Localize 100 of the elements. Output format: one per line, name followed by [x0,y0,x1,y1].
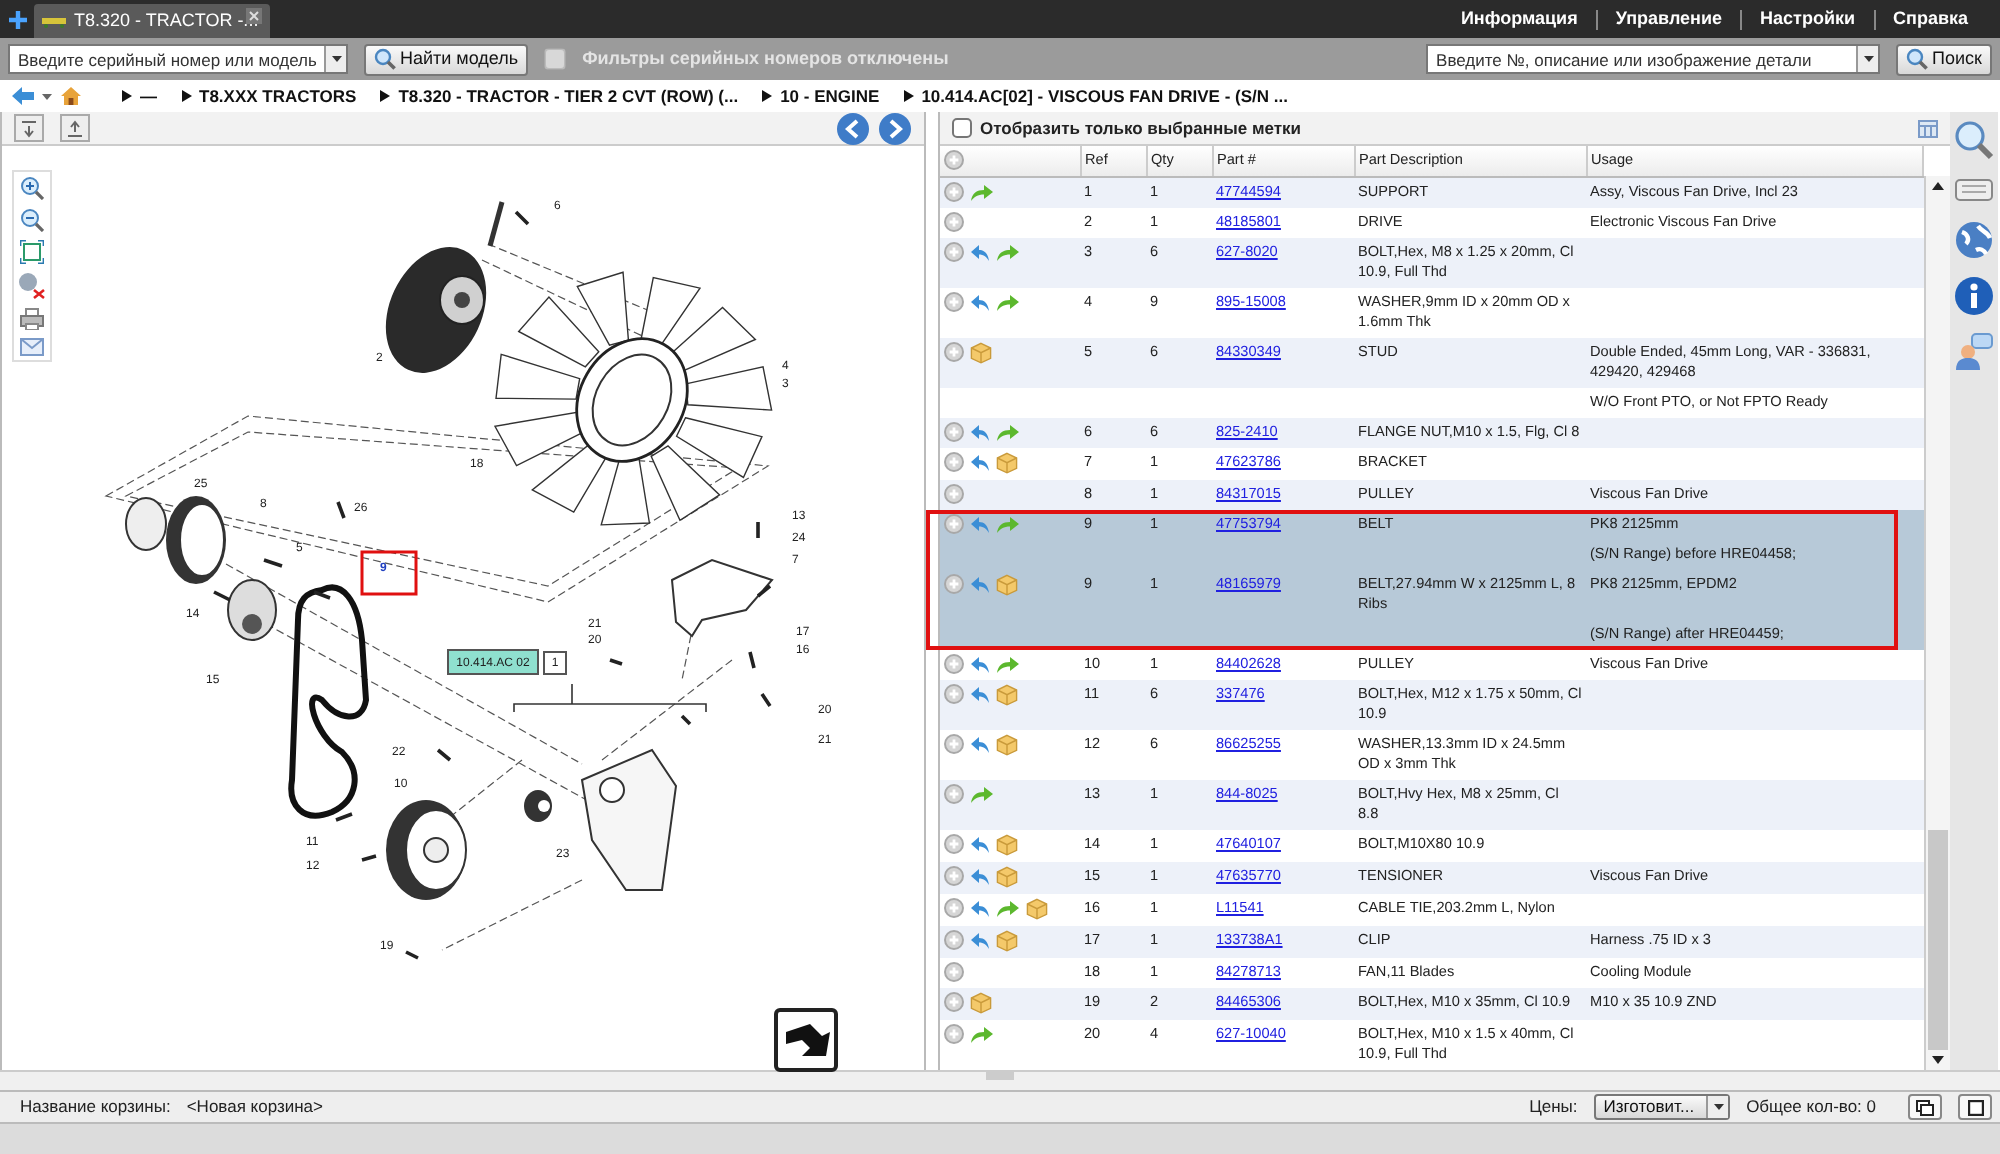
caret-icon[interactable] [1863,56,1874,62]
add-icon[interactable] [944,784,964,804]
add-icon[interactable] [944,342,964,362]
caret-icon[interactable] [331,56,341,62]
column-settings-icon[interactable] [1918,119,1938,137]
search-icon[interactable] [1954,120,1994,160]
forward-arrow-icon[interactable] [996,654,1020,674]
home-icon[interactable] [60,86,82,106]
package-icon[interactable] [970,342,992,364]
prices-dropdown[interactable]: Изготовит... [1593,1094,1731,1120]
add-icon[interactable] [944,734,964,754]
add-icon[interactable] [944,992,964,1012]
forward-arrow-icon[interactable] [996,292,1020,312]
forward-arrow-icon[interactable] [996,242,1020,262]
zoom-out-icon[interactable] [20,208,44,232]
package-icon[interactable] [996,866,1018,888]
add-icon[interactable] [944,684,964,704]
plus-icon [7,9,27,29]
globe-icon[interactable] [1954,219,1994,259]
filter-label: Отобразить только выбранные метки [980,115,1301,141]
selected-marks-checkbox[interactable] [952,118,972,138]
add-icon[interactable] [944,654,964,674]
reply-arrow-icon[interactable] [970,292,990,312]
download-arrow-icon [20,119,38,137]
fit-to-screen-icon[interactable] [20,240,44,264]
add-icon[interactable] [944,834,964,854]
package-icon[interactable] [996,452,1018,474]
add-all-icon[interactable] [944,149,964,170]
add-icon[interactable] [944,292,964,312]
breadcrumb-link[interactable]: — [140,83,157,109]
corner-arrow-button[interactable] [774,1008,838,1072]
forward-arrow-icon[interactable] [996,422,1020,442]
separator-icon [762,90,773,102]
forward-arrow-icon[interactable] [970,1024,994,1044]
search-button[interactable]: Поиск [1896,43,1992,75]
separator-icon [903,90,914,102]
scrollbar[interactable] [1924,176,1950,1070]
add-icon[interactable] [944,182,964,202]
add-icon[interactable] [944,898,964,918]
menu-link[interactable]: Управление [1615,5,1723,33]
splitter-handle[interactable] [986,1072,1014,1080]
add-icon[interactable] [944,242,964,262]
add-icon[interactable] [944,452,964,472]
menu-link[interactable]: Информация [1460,5,1578,33]
back-arrow-icon[interactable] [12,86,34,106]
add-icon[interactable] [944,962,964,982]
package-icon[interactable] [970,992,992,1014]
part-search-field[interactable]: Введите №, описание или изображение детали [1426,44,1881,74]
previous-button[interactable] [836,111,870,145]
forward-arrow-icon[interactable] [996,514,1020,534]
forward-arrow-icon[interactable] [970,182,994,202]
expand-button[interactable] [60,114,90,142]
add-icon[interactable] [944,422,964,442]
caret-icon[interactable] [1713,1104,1724,1110]
add-icon[interactable] [944,1024,964,1044]
browser-tab[interactable]: T8.320 - TRACTOR -... [34,4,270,38]
package-icon[interactable] [996,930,1018,952]
print-icon[interactable] [20,308,44,330]
find-model-button[interactable]: Найти модель [364,43,529,75]
reply-arrow-icon[interactable] [970,242,990,262]
collapse-button[interactable] [14,114,44,142]
maximize-button[interactable] [1958,1094,1992,1120]
package-icon[interactable] [996,834,1018,856]
model-search-field[interactable]: Введите серийный номер или модель [8,44,348,74]
caret-icon[interactable] [42,93,52,99]
highlight-frame [360,550,418,596]
user-chat-icon[interactable] [1954,331,1994,371]
restore-button[interactable] [1908,1094,1942,1120]
restore-icon [1916,1099,1934,1115]
menu-link[interactable]: Настройки [1760,5,1856,33]
add-icon[interactable] [944,574,964,594]
forward-arrow-icon[interactable] [996,898,1020,918]
clear-marks-icon[interactable] [18,272,46,300]
separator-icon [380,90,391,102]
close-icon[interactable] [246,8,262,24]
add-icon[interactable] [944,212,964,232]
package-icon[interactable] [996,574,1018,596]
breadcrumb-link[interactable]: 10 - ENGINE [780,83,880,109]
info-icon[interactable] [1954,275,1994,315]
forward-arrow-icon[interactable] [970,784,994,804]
scroll-thumb[interactable] [1928,830,1948,1050]
breadcrumb-link[interactable]: T8.XXX TRACTORS [199,83,357,109]
package-icon[interactable] [1026,898,1048,920]
mail-icon[interactable] [20,338,44,356]
add-icon[interactable] [944,514,964,534]
breadcrumb-link[interactable]: T8.320 - TRACTOR - TIER 2 CVT (ROW) (... [398,83,739,109]
reply-arrow-icon[interactable] [970,734,990,754]
package-icon[interactable] [996,734,1018,756]
add-icon[interactable] [944,484,964,504]
add-icon[interactable] [944,930,964,950]
add-icon[interactable] [944,866,964,886]
zoom-in-icon[interactable] [20,176,44,200]
next-button[interactable] [878,111,912,145]
reply-arrow-icon[interactable] [970,514,990,534]
package-icon[interactable] [996,684,1018,706]
reply-arrow-icon[interactable] [970,574,990,594]
menu-link[interactable]: Справка [1893,5,1968,33]
breadcrumb-link[interactable]: 10.414.AC[02] - VISCOUS FAN DRIVE - (S/N ... [921,83,1288,109]
separator-icon [122,90,132,102]
basket-name-label: Название корзины: [20,1094,171,1120]
